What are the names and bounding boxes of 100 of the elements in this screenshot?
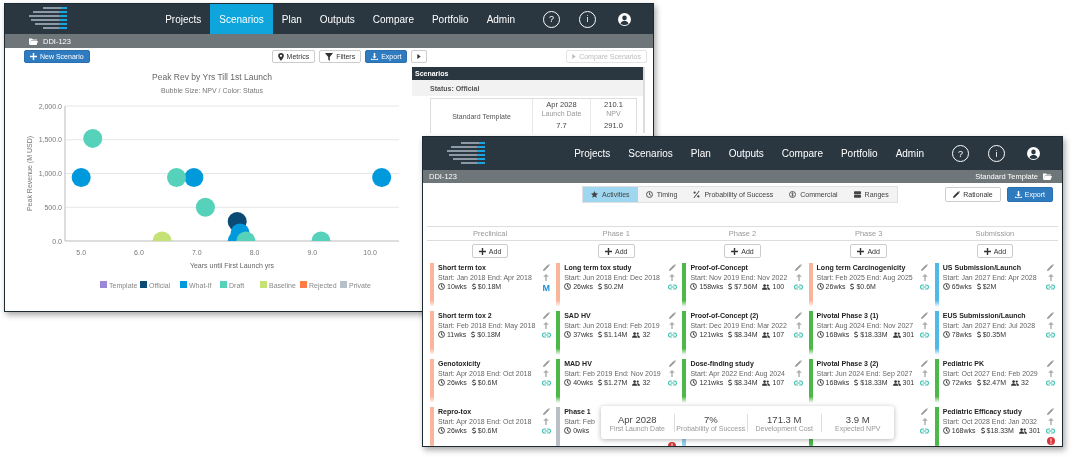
percent-icon: [693, 190, 701, 198]
dollar-icon: [976, 283, 981, 291]
link-icon[interactable]: [667, 332, 677, 338]
link-icon[interactable]: [920, 428, 930, 434]
link-icon[interactable]: [541, 332, 551, 338]
link-icon[interactable]: [920, 284, 930, 290]
pencil-icon[interactable]: [953, 190, 961, 198]
download-icon: [1014, 190, 1022, 198]
link-icon[interactable]: [920, 380, 930, 386]
clock-icon: [942, 283, 950, 291]
link-icon[interactable]: [541, 380, 551, 386]
edit-icon[interactable]: [1047, 408, 1055, 415]
plus-icon: [605, 247, 613, 255]
arrow-up-icon[interactable]: [669, 274, 676, 281]
users-icon: [632, 331, 641, 338]
nav-item[interactable]: Compare: [363, 4, 423, 34]
arrow-up-icon[interactable]: [795, 322, 802, 329]
nav-item[interactable]: Scenarios: [619, 137, 682, 170]
edit-icon[interactable]: [921, 408, 929, 415]
summary-value: 3.9 M: [845, 413, 870, 425]
edit-icon[interactable]: [921, 312, 929, 319]
clock-icon: [564, 427, 572, 435]
arrow-up-icon[interactable]: [543, 322, 550, 329]
nav-item[interactable]: Portfolio: [422, 4, 478, 34]
nav-item[interactable]: Projects: [565, 137, 620, 170]
users-icon: [1018, 427, 1027, 434]
edit-icon[interactable]: [795, 264, 803, 271]
app-logo: [447, 141, 485, 166]
more-button[interactable]: [411, 50, 428, 63]
edit-icon[interactable]: [1047, 312, 1055, 319]
arrow-up-icon[interactable]: [795, 274, 802, 281]
arrow-up-icon[interactable]: [669, 370, 676, 377]
edit-icon[interactable]: [668, 264, 676, 271]
edit-icon[interactable]: [668, 312, 676, 319]
link-icon[interactable]: [1046, 380, 1056, 386]
user-icon[interactable]: [618, 12, 631, 26]
edit-icon[interactable]: [542, 264, 550, 271]
link-icon[interactable]: [920, 332, 930, 338]
caret-icon: [572, 54, 577, 59]
edit-icon[interactable]: [542, 360, 550, 367]
nav-item[interactable]: Portfolio: [831, 137, 887, 170]
filter-icon: [325, 52, 334, 61]
link-icon[interactable]: [1046, 428, 1056, 434]
arrow-up-icon[interactable]: [1048, 370, 1054, 377]
arrow-up-icon[interactable]: [543, 274, 550, 281]
clock-icon: [438, 427, 445, 435]
arrow-up-icon[interactable]: [669, 322, 676, 329]
arrow-up-icon[interactable]: [921, 418, 928, 425]
arrow-up-icon[interactable]: [1048, 418, 1054, 425]
clock-icon: [690, 379, 698, 387]
arrow-up-icon[interactable]: [921, 322, 928, 329]
edit-icon[interactable]: [921, 360, 929, 367]
bubble: [372, 168, 392, 188]
dollar-icon: [854, 379, 859, 387]
edit-icon[interactable]: [795, 312, 803, 319]
chart-title: Peak Rev by Yrs Till 1st Launch: [152, 72, 272, 82]
edit-icon[interactable]: [668, 360, 676, 367]
link-icon[interactable]: [667, 380, 677, 386]
link-icon[interactable]: [541, 428, 551, 434]
arrow-up-icon[interactable]: [1048, 274, 1054, 281]
plus-icon: [731, 247, 739, 255]
marker-letter[interactable]: M: [542, 284, 550, 293]
clock-icon: [816, 379, 824, 387]
download-icon: [371, 53, 379, 60]
users-icon: [762, 379, 771, 386]
link-icon[interactable]: [794, 284, 804, 290]
edit-icon[interactable]: [542, 312, 550, 319]
link-icon[interactable]: [794, 380, 804, 386]
link-icon[interactable]: [667, 284, 677, 290]
nav-item[interactable]: Outputs: [719, 137, 773, 170]
link-icon[interactable]: [794, 332, 804, 338]
arrow-up-icon[interactable]: [543, 418, 550, 425]
link-icon[interactable]: [1046, 332, 1056, 338]
arrow-up-icon[interactable]: [543, 370, 550, 377]
arrow-up-icon[interactable]: [795, 370, 802, 377]
edit-icon[interactable]: [921, 264, 929, 271]
nav-item[interactable]: Admin: [477, 4, 524, 34]
edit-icon[interactable]: [542, 408, 550, 415]
edit-icon[interactable]: [795, 360, 803, 367]
arrow-up-icon[interactable]: [1048, 322, 1054, 329]
dollar-icon: [854, 331, 859, 339]
arrow-up-icon[interactable]: [921, 370, 928, 377]
nav-item[interactable]: Outputs: [310, 4, 364, 34]
edit-icon[interactable]: [1047, 264, 1055, 271]
nav-item[interactable]: Plan: [272, 4, 311, 34]
link-icon[interactable]: [1046, 284, 1056, 290]
nav-item[interactable]: Plan: [681, 137, 720, 170]
clock-icon: [438, 331, 445, 339]
star-icon: [591, 190, 598, 198]
nav-item[interactable]: Projects: [156, 4, 211, 34]
plus-icon: [857, 247, 865, 255]
arrow-up-icon[interactable]: [921, 274, 928, 281]
bubble: [71, 168, 91, 188]
edit-icon[interactable]: [1047, 360, 1055, 367]
clock-icon: [942, 427, 950, 435]
plus-icon: [983, 247, 991, 255]
coin-icon: [789, 190, 797, 198]
user-icon[interactable]: [1027, 147, 1040, 160]
nav-item[interactable]: Admin: [886, 137, 933, 170]
nav-item[interactable]: Compare: [772, 137, 832, 170]
